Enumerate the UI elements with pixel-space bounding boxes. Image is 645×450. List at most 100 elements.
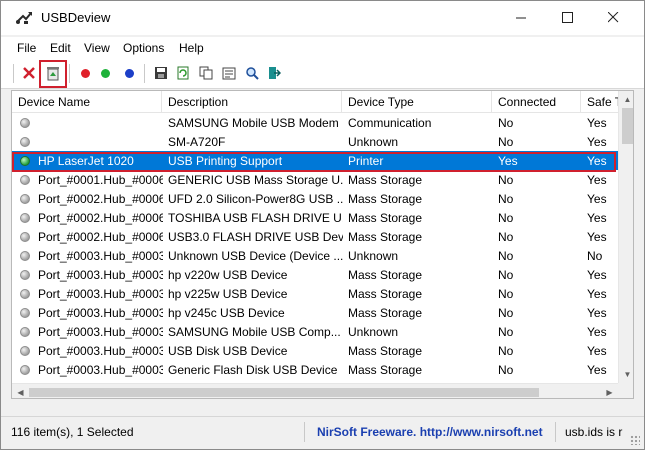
cell-name: Port_#0001.Hub_#0006 (38, 173, 163, 187)
disconnected-status-icon (20, 365, 30, 375)
vertical-scrollbar[interactable]: ▲ ▼ (618, 91, 633, 383)
menu-help[interactable]: Help (179, 41, 204, 55)
table-row[interactable]: Port_#0002.Hub_#0006 UFD 2.0 Silicon-Powe… (12, 189, 618, 208)
table-row[interactable]: SAMSUNG Mobile USB Modem Communication No Y… (12, 113, 618, 132)
cell-description: SAMSUNG Mobile USB Modem (168, 116, 339, 130)
cell-type: Mass Storage (348, 306, 423, 320)
table-row[interactable]: Port_#0003.Hub_#0003 Unknown USB Device (… (12, 246, 618, 265)
column-header-device-type[interactable]: Device Type (342, 91, 492, 113)
table-row[interactable]: Port_#0003.Hub_#0003 SAMSUNG Mobile USB C… (12, 322, 618, 341)
green-dot-icon (100, 68, 110, 78)
vertical-scroll-thumb[interactable] (622, 108, 633, 144)
menu-view[interactable]: View (84, 41, 110, 55)
cell-connected: No (498, 287, 514, 301)
cell-type: Mass Storage (348, 192, 423, 206)
cell-name: Port_#0003.Hub_#0003 (38, 363, 163, 377)
cell-name: Port_#0003.Hub_#0003 (38, 249, 163, 263)
status-usb-ids: usb.ids is r (565, 425, 623, 439)
cell-connected: No (498, 325, 514, 339)
cell-connected: No (498, 116, 514, 130)
horizontal-scroll-thumb[interactable] (29, 388, 539, 397)
cell-safe: Yes (587, 325, 607, 339)
disconnected-status-icon (20, 270, 30, 280)
copy-icon (199, 66, 213, 80)
disconnected-status-icon (20, 327, 30, 337)
scroll-left-arrow-icon[interactable]: ◀ (12, 384, 29, 398)
scroll-down-arrow-icon[interactable]: ▼ (619, 366, 633, 383)
refresh-button[interactable] (173, 63, 193, 83)
scroll-up-arrow-icon[interactable]: ▲ (619, 91, 633, 108)
cell-safe: Yes (587, 344, 607, 358)
table-row[interactable]: Port_#0003.Hub_#0003 USB Disk USB Device M… (12, 341, 618, 360)
scroll-right-arrow-icon[interactable]: ▶ (601, 384, 618, 398)
properties-icon (222, 67, 236, 80)
usb-app-icon (15, 10, 33, 26)
disconnected-status-icon (20, 194, 30, 204)
minimize-button[interactable] (498, 1, 544, 33)
cell-safe: Yes (587, 135, 607, 149)
close-button[interactable] (590, 1, 636, 33)
maximize-button[interactable] (544, 1, 590, 33)
column-header-safe-to-unplug[interactable]: Safe T (581, 91, 618, 113)
exit-button[interactable] (264, 63, 284, 83)
properties-button[interactable] (219, 63, 239, 83)
scrollbar-corner (618, 383, 633, 398)
table-row[interactable]: Port_#0003.Hub_#0003 hp v245c USB Device M… (12, 303, 618, 322)
cell-description: USB Disk USB Device (168, 344, 288, 358)
cell-description: hp v245c USB Device (168, 306, 285, 320)
cell-type: Printer (348, 154, 384, 168)
find-button[interactable] (242, 63, 262, 83)
column-header-connected[interactable]: Connected (492, 91, 581, 113)
table-row[interactable]: Port_#0002.Hub_#0006 USB3.0 FLASH DRIVE U… (12, 227, 618, 246)
nirsoft-link[interactable]: NirSoft Freeware. http://www.nirsoft.net (311, 422, 556, 442)
cell-type: Unknown (348, 249, 399, 263)
table-row[interactable]: SM-A720F Unknown No Yes (12, 132, 618, 151)
cell-type: Mass Storage (348, 211, 423, 225)
cell-safe: Yes (587, 268, 607, 282)
status-bar: 116 item(s), 1 Selected NirSoft Freeware… (1, 416, 644, 449)
list-header: Device Name Description Device Type Conn… (12, 91, 618, 113)
table-row[interactable]: HP LaserJet 1020 USB Printing Support Prin… (12, 151, 618, 170)
cell-description: Generic Flash Disk USB Device (168, 363, 338, 377)
cell-connected: No (498, 344, 514, 358)
table-row[interactable]: Port_#0003.Hub_#0003 hp v225w USB Device M… (12, 284, 618, 303)
cell-name: Port_#0002.Hub_#0006 (38, 192, 163, 206)
title-bar: USBDeview (1, 1, 644, 35)
cell-name: Port_#0002.Hub_#0006 (38, 211, 163, 225)
delete-icon (23, 67, 35, 79)
cell-type: Mass Storage (348, 363, 423, 377)
toolbar-separator (69, 64, 70, 83)
cell-connected: No (498, 211, 514, 225)
enable-button[interactable] (95, 63, 115, 83)
cell-type: Mass Storage (348, 230, 423, 244)
copy-button[interactable] (196, 63, 216, 83)
menu-edit[interactable]: Edit (50, 41, 71, 55)
device-list[interactable]: Device Name Description Device Type Conn… (11, 90, 634, 399)
delete-button[interactable] (19, 63, 39, 83)
table-row[interactable]: Port_#0002.Hub_#0006 TOSHIBA USB FLASH DR… (12, 208, 618, 227)
cell-description: GENERIC USB Mass Storage U... (168, 173, 343, 187)
cell-safe: Yes (587, 230, 607, 244)
exit-icon (269, 67, 281, 79)
connect-button[interactable] (119, 63, 139, 83)
status-item-count: 116 item(s), 1 Selected (5, 422, 305, 442)
cell-name: Port_#0002.Hub_#0006 (38, 230, 163, 244)
disconnected-status-icon (20, 308, 30, 318)
cell-description: UFD 2.0 Silicon-Power8G USB ... (168, 192, 343, 206)
menu-file[interactable]: File (17, 41, 36, 55)
menu-options[interactable]: Options (123, 41, 164, 55)
horizontal-scrollbar[interactable]: ◀ ▶ (12, 383, 618, 398)
table-row[interactable]: Port_#0003.Hub_#0003 hp v220w USB Device M… (12, 265, 618, 284)
table-row[interactable]: Port_#0003.Hub_#0003 Generic Flash Disk U… (12, 360, 618, 379)
blue-dot-icon (124, 68, 134, 78)
cell-type: Mass Storage (348, 173, 423, 187)
column-header-description[interactable]: Description (162, 91, 342, 113)
column-header-device-name[interactable]: Device Name (12, 91, 162, 113)
save-button[interactable] (151, 63, 171, 83)
cell-safe: Yes (587, 211, 607, 225)
cell-description: TOSHIBA USB FLASH DRIVE U... (168, 211, 343, 225)
cell-connected: No (498, 363, 514, 377)
resize-grip-icon[interactable] (630, 435, 640, 445)
disable-button[interactable] (75, 63, 95, 83)
table-row[interactable]: Port_#0001.Hub_#0006 GENERIC USB Mass Sto… (12, 170, 618, 189)
